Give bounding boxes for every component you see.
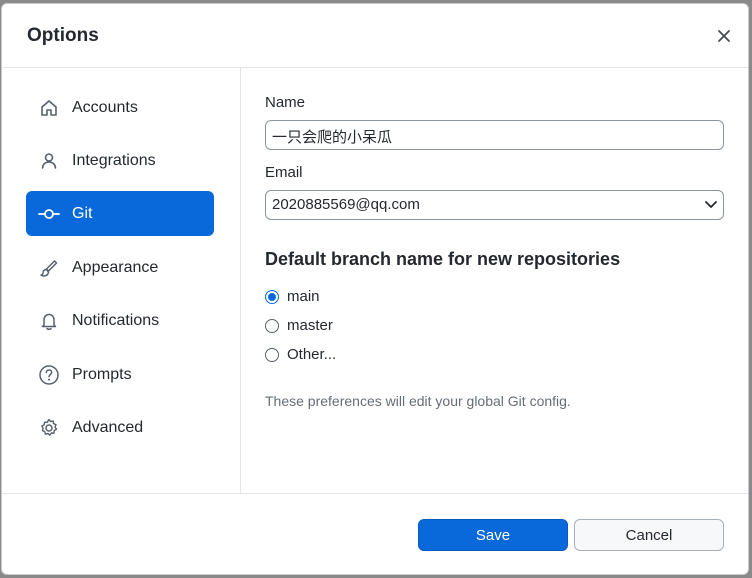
dialog-header: Options: [2, 4, 748, 68]
name-label: Name: [265, 94, 306, 111]
dialog-title: Options: [27, 25, 99, 46]
branch-heading: Default branch name for new repositories: [265, 249, 621, 269]
sidebar-item-label: Advanced: [72, 418, 144, 436]
branch-option-main[interactable]: main: [265, 288, 320, 305]
radio-label: master: [287, 317, 333, 334]
sidebar-item-notifications[interactable]: Notifications: [26, 298, 214, 343]
sidebar-item-label: Appearance: [72, 258, 159, 276]
radio-dot: [268, 292, 276, 301]
git-commit-icon: [37, 202, 61, 226]
radio-label: Other...: [287, 346, 337, 363]
branch-option-master[interactable]: master: [265, 317, 333, 334]
sidebar-item-prompts[interactable]: Prompts: [26, 352, 214, 397]
sidebar-item-label: Integrations: [72, 151, 156, 169]
bell-icon: [37, 309, 61, 333]
sidebar-item-label: Accounts: [72, 98, 138, 116]
close-icon: [718, 30, 730, 42]
radio-label: main: [287, 288, 320, 305]
gear-icon: [37, 416, 61, 440]
sidebar-item-accounts[interactable]: Accounts: [26, 85, 214, 130]
git-settings-panel: Name 一只会爬的小呆瓜 Email 2020885569@qq.com De…: [241, 68, 748, 493]
radio-button[interactable]: [265, 347, 279, 362]
name-input[interactable]: 一只会爬的小呆瓜: [265, 120, 724, 150]
sidebar-item-label: Prompts: [72, 365, 132, 383]
config-note: These preferences will edit your global …: [265, 393, 571, 409]
email-select[interactable]: 2020885569@qq.com: [265, 190, 724, 220]
sidebar-item-advanced[interactable]: Advanced: [26, 405, 214, 450]
sidebar-item-label: Notifications: [72, 311, 160, 329]
sidebar-item-appearance[interactable]: Appearance: [26, 245, 214, 290]
sidebar: Accounts Integrations Git Appearance Not…: [2, 68, 241, 493]
sidebar-item-git[interactable]: Git: [26, 191, 214, 236]
email-select-value: 2020885569@qq.com: [272, 196, 420, 213]
dialog-footer: Save Cancel: [2, 493, 748, 574]
paintbrush-icon: [37, 256, 61, 280]
radio-button-checked[interactable]: [265, 289, 279, 304]
sidebar-item-integrations[interactable]: Integrations: [26, 138, 214, 183]
home-icon: [37, 96, 61, 120]
person-icon: [37, 149, 61, 173]
chevron-down-icon: [703, 198, 719, 216]
cancel-button[interactable]: Cancel: [574, 519, 724, 551]
close-button[interactable]: [710, 22, 738, 50]
branch-option-other[interactable]: Other...: [265, 346, 336, 363]
radio-button[interactable]: [265, 318, 279, 333]
question-icon: [37, 363, 61, 387]
sidebar-item-label: Git: [72, 204, 93, 222]
email-label: Email: [265, 164, 303, 181]
options-dialog: Options Accounts Integrations Git Appear…: [1, 3, 749, 575]
save-button[interactable]: Save: [418, 519, 568, 551]
